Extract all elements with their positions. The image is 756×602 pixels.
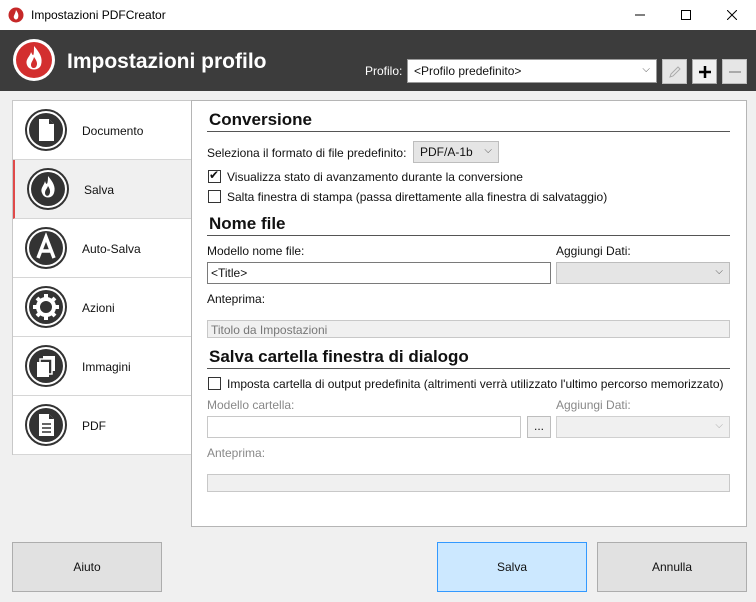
help-button[interactable]: Aiuto bbox=[12, 542, 162, 592]
filename-add-data-select[interactable]: ⌵ bbox=[556, 262, 730, 284]
browse-folder-button[interactable]: ... bbox=[527, 416, 551, 438]
section-title-nome-file: Nome file bbox=[209, 214, 286, 233]
cancel-button[interactable]: Annulla bbox=[597, 542, 747, 592]
default-folder-label: Imposta cartella di output predefinita (… bbox=[227, 377, 724, 391]
folder-preview-label: Anteprima: bbox=[207, 446, 266, 460]
sidebar-item-azioni[interactable]: Azioni bbox=[13, 278, 191, 337]
folder-template-input[interactable] bbox=[207, 416, 521, 438]
add-profile-button[interactable] bbox=[692, 59, 717, 84]
minimize-icon bbox=[635, 14, 645, 16]
progress-label: Visualizza stato di avanzamento durante … bbox=[227, 170, 523, 184]
chevron-down-icon: ⌵ bbox=[484, 145, 492, 156]
filename-preview-label: Anteprima: bbox=[207, 292, 266, 306]
help-button-label: Aiuto bbox=[73, 560, 101, 574]
filename-template-input[interactable]: <Title> bbox=[207, 262, 551, 284]
sidebar-item-label: Immagini bbox=[82, 360, 131, 374]
filename-preview-field: Titolo da Impostazioni bbox=[207, 320, 730, 338]
page-title: Impostazioni profilo bbox=[67, 50, 267, 73]
sidebar-item-label: Documento bbox=[82, 124, 144, 138]
section-divider bbox=[207, 235, 730, 236]
sidebar: Documento Salva Auto-Salva Azioni Immagi… bbox=[12, 100, 192, 455]
filename-add-data-label: Aggiungi Dati: bbox=[556, 244, 631, 258]
remove-profile-button[interactable] bbox=[722, 59, 747, 84]
section-title-conversione: Conversione bbox=[209, 110, 312, 129]
filename-template-value: <Title> bbox=[211, 266, 248, 280]
pdfcreator-logo bbox=[13, 39, 55, 81]
document-icon bbox=[25, 109, 67, 151]
chevron-down-icon: ⌵ bbox=[715, 420, 723, 431]
sidebar-item-immagini[interactable]: Immagini bbox=[13, 337, 191, 396]
progress-checkbox[interactable] bbox=[208, 168, 221, 183]
edit-profile-button[interactable] bbox=[662, 59, 687, 84]
sidebar-item-label: Auto-Salva bbox=[82, 242, 141, 256]
chevron-down-icon: ⌵ bbox=[715, 266, 723, 277]
profile-select-value: <Profilo predefinito> bbox=[414, 64, 522, 78]
folder-add-data-label: Aggiungi Dati: bbox=[556, 398, 631, 412]
maximize-button[interactable] bbox=[663, 0, 709, 30]
pencil-icon bbox=[668, 65, 681, 78]
sidebar-item-pdf[interactable]: PDF bbox=[13, 396, 191, 455]
close-icon bbox=[727, 10, 737, 20]
close-button[interactable] bbox=[709, 0, 755, 30]
plus-icon bbox=[698, 65, 711, 78]
format-select[interactable]: PDF/A-1b ⌵ bbox=[413, 141, 499, 163]
pdf-document-icon bbox=[25, 404, 67, 446]
save-button[interactable]: Salva bbox=[437, 542, 587, 592]
save-button-label: Salva bbox=[496, 560, 528, 574]
sidebar-item-auto-salva[interactable]: Auto-Salva bbox=[13, 219, 191, 278]
maximize-icon bbox=[681, 10, 691, 20]
section-divider bbox=[207, 368, 730, 369]
folder-preview-field bbox=[207, 474, 730, 492]
title-bar: Impostazioni PDFCreator bbox=[0, 0, 756, 30]
minimize-button[interactable] bbox=[617, 0, 663, 30]
chevron-down-icon: ⌵ bbox=[642, 64, 650, 75]
window-title: Impostazioni PDFCreator bbox=[31, 8, 166, 22]
format-label: Seleziona il formato di file predefinito… bbox=[207, 146, 407, 160]
filename-template-label: Modello nome file: bbox=[207, 244, 305, 258]
default-folder-checkbox[interactable] bbox=[208, 377, 221, 390]
auto-save-icon bbox=[25, 227, 67, 269]
format-select-value: PDF/A-1b bbox=[420, 145, 473, 159]
folder-template-label: Modello cartella: bbox=[207, 398, 295, 412]
gear-icon bbox=[25, 286, 67, 328]
folder-add-data-select[interactable]: ⌵ bbox=[556, 416, 730, 438]
minus-icon bbox=[728, 70, 741, 73]
header: Impostazioni profilo Profilo: <Profilo p… bbox=[0, 30, 756, 91]
fire-icon bbox=[27, 168, 69, 210]
sidebar-item-label: Azioni bbox=[82, 301, 115, 315]
profile-select[interactable]: <Profilo predefinito> ⌵ bbox=[407, 59, 657, 83]
sidebar-item-salva[interactable]: Salva bbox=[13, 160, 191, 219]
sidebar-item-label: Salva bbox=[84, 183, 115, 197]
skip-print-checkbox[interactable] bbox=[208, 190, 221, 203]
section-divider bbox=[207, 131, 730, 132]
browse-button-label: ... bbox=[533, 419, 544, 433]
cancel-button-label: Annulla bbox=[651, 560, 693, 574]
sidebar-item-label: PDF bbox=[82, 419, 106, 433]
section-title-cartella: Salva cartella finestra di dialogo bbox=[209, 347, 469, 366]
skip-print-label: Salta finestra di stampa (passa direttam… bbox=[227, 190, 608, 204]
sidebar-item-documento[interactable]: Documento bbox=[13, 101, 191, 160]
settings-panel: Conversione Seleziona il formato di file… bbox=[191, 100, 747, 527]
images-icon bbox=[25, 345, 67, 387]
profile-label: Profilo: bbox=[365, 64, 403, 78]
filename-preview-value: Titolo da Impostazioni bbox=[211, 323, 328, 337]
pdfcreator-logo-icon bbox=[8, 7, 24, 23]
